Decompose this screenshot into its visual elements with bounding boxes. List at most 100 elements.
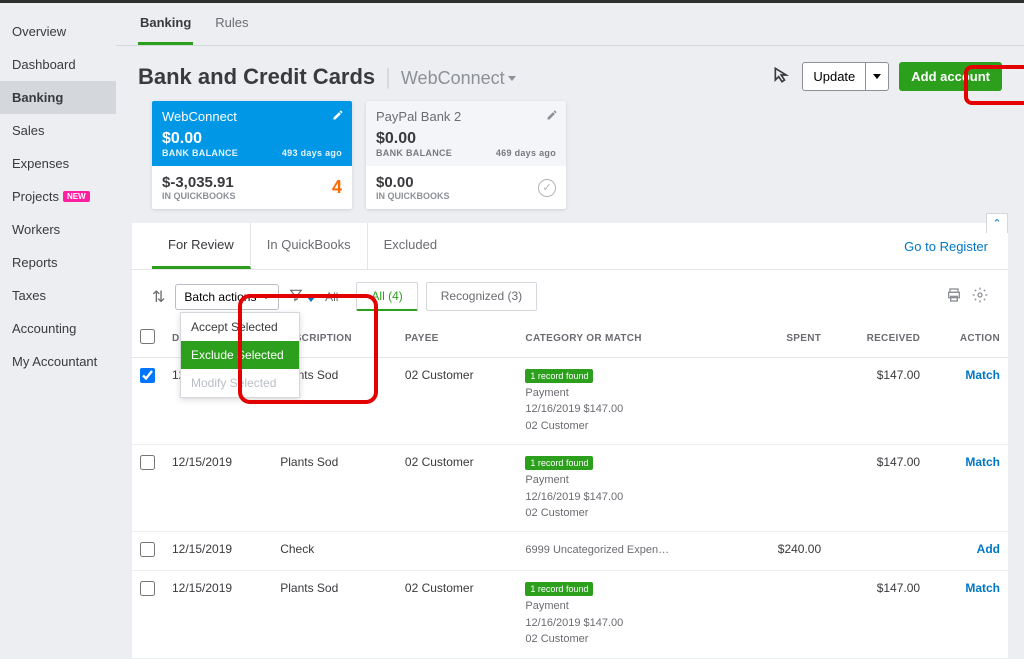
cell-payee: 02 Customer (397, 445, 518, 532)
card-age: 469 days ago (496, 148, 556, 158)
cell-category: 1 record foundPayment12/16/2019 $147.000… (517, 571, 744, 658)
category-text: 6999 Uncategorized Expen… (525, 544, 669, 556)
action-link[interactable]: Add (977, 542, 1000, 556)
batch-actions-label: Batch actions (184, 290, 256, 304)
action-link[interactable]: Match (965, 368, 1000, 382)
chevron-down-icon (508, 76, 516, 81)
account-selector[interactable]: WebConnect (401, 68, 516, 89)
cell-date: 12/15/2019 (164, 445, 272, 532)
row-checkbox[interactable] (140, 455, 155, 470)
pencil-icon[interactable] (546, 109, 558, 124)
col-action: ACTION (928, 319, 1008, 358)
card-age: 493 days ago (282, 148, 342, 158)
cell-description: Check (272, 532, 397, 571)
check-icon: ✓ (538, 179, 556, 197)
row-checkbox[interactable] (140, 368, 155, 383)
subtab-for-review[interactable]: For Review (152, 223, 251, 269)
update-caret-button[interactable] (866, 62, 889, 91)
print-icon[interactable] (946, 287, 962, 307)
main-content: Banking Rules Bank and Credit Cards | We… (116, 3, 1024, 575)
sidebar-item-my-accountant[interactable]: My Accountant (0, 345, 116, 378)
chevron-up-icon: ⌃ (992, 217, 1001, 230)
sidebar-item-projects[interactable]: Projects NEW (0, 180, 116, 213)
tab-banking[interactable]: Banking (138, 3, 193, 45)
row-checkbox[interactable] (140, 542, 155, 557)
category-text: Payment (525, 600, 568, 612)
card-quickbooks-label: IN QUICKBOOKS (162, 191, 236, 201)
cell-description: Plants Sod (272, 571, 397, 658)
update-button[interactable]: Update (802, 62, 866, 91)
cell-date: 12/15/2019 (164, 571, 272, 658)
sort-icon[interactable]: ⇅ (152, 287, 165, 307)
sidebar-item-banking[interactable]: Banking (0, 81, 116, 114)
card-balance-label: BANK BALANCE (376, 148, 452, 158)
cell-spent (745, 358, 830, 445)
dropdown-accept-selected[interactable]: Accept Selected (181, 313, 299, 341)
chevron-down-icon (262, 294, 270, 299)
action-link[interactable]: Match (965, 581, 1000, 595)
sidebar-item-taxes[interactable]: Taxes (0, 279, 116, 312)
select-all-checkbox[interactable] (140, 329, 155, 344)
table-row[interactable]: 12/15/2019Plants Sod02 Customer1 record … (132, 445, 1008, 532)
pill-recognized[interactable]: Recognized (3) (426, 282, 537, 311)
title-divider: | (385, 64, 391, 90)
pencil-icon[interactable] (332, 109, 344, 124)
account-card-webconnect[interactable]: WebConnect $0.00 BANK BALANCE 493 days a… (152, 101, 352, 209)
card-balance: $0.00 (376, 130, 556, 148)
cell-category: 1 record foundPayment12/16/2019 $147.000… (517, 358, 744, 445)
cell-category: 1 record foundPayment12/16/2019 $147.000… (517, 445, 744, 532)
batch-actions-button[interactable]: Batch actions (175, 284, 279, 310)
record-found-badge: 1 record found (525, 369, 593, 383)
dropdown-exclude-selected[interactable]: Exclude Selected (181, 341, 299, 369)
gear-icon[interactable] (972, 287, 988, 307)
card-balance-label: BANK BALANCE (162, 148, 238, 158)
account-cards: WebConnect $0.00 BANK BALANCE 493 days a… (116, 101, 1024, 223)
sidebar-item-reports[interactable]: Reports (0, 246, 116, 279)
filter-icon[interactable] (289, 288, 315, 305)
category-detail: 12/16/2019 $147.00 (525, 617, 623, 629)
category-detail: 02 Customer (525, 507, 588, 519)
category-detail: 02 Customer (525, 420, 588, 432)
cell-category: 6999 Uncategorized Expen… (517, 532, 744, 571)
category-text: Payment (525, 387, 568, 399)
card-name: WebConnect (162, 109, 342, 124)
col-spent[interactable]: SPENT (745, 319, 830, 358)
cell-received: $147.00 (829, 358, 928, 445)
card-quickbooks-amount: $-3,035.91 (162, 174, 236, 191)
dropdown-modify-selected[interactable]: Modify Selected (181, 369, 299, 397)
left-sidebar: Overview Dashboard Banking Sales Expense… (0, 3, 116, 575)
sidebar-item-workers[interactable]: Workers (0, 213, 116, 246)
record-found-badge: 1 record found (525, 582, 593, 596)
table-row[interactable]: 12/15/2019Check6999 Uncategorized Expen…… (132, 532, 1008, 571)
sidebar-item-dashboard[interactable]: Dashboard (0, 48, 116, 81)
sidebar-item-accounting[interactable]: Accounting (0, 312, 116, 345)
new-badge: NEW (63, 191, 90, 202)
cursor-icon (772, 65, 792, 88)
cell-spent (745, 571, 830, 658)
card-count: 4 (332, 177, 342, 198)
go-to-register-link[interactable]: Go to Register (904, 239, 988, 254)
cell-received: $147.00 (829, 445, 928, 532)
batch-actions-dropdown: Accept Selected Exclude Selected Modify … (180, 312, 300, 398)
page-header: Bank and Credit Cards | WebConnect Updat… (116, 46, 1024, 101)
pill-all[interactable]: All (4) (356, 282, 417, 311)
subtab-excluded[interactable]: Excluded (368, 223, 453, 269)
collapse-button[interactable]: ⌃ (986, 213, 1008, 233)
sidebar-item-sales[interactable]: Sales (0, 114, 116, 147)
cell-payee: 02 Customer (397, 571, 518, 658)
row-checkbox[interactable] (140, 581, 155, 596)
col-payee[interactable]: PAYEE (397, 319, 518, 358)
sidebar-item-overview[interactable]: Overview (0, 15, 116, 48)
col-category[interactable]: CATEGORY OR MATCH (517, 319, 744, 358)
subtab-in-quickbooks[interactable]: In QuickBooks (251, 223, 368, 269)
account-card-paypal[interactable]: PayPal Bank 2 $0.00 BANK BALANCE 469 day… (366, 101, 566, 209)
tab-rules[interactable]: Rules (213, 3, 250, 45)
col-received[interactable]: RECEIVED (829, 319, 928, 358)
sidebar-item-expenses[interactable]: Expenses (0, 147, 116, 180)
category-text: Payment (525, 474, 568, 486)
table-row[interactable]: 12/15/2019Plants Sod02 Customer 1 record … (132, 571, 1008, 658)
all-filter-link[interactable]: All (325, 290, 338, 304)
action-link[interactable]: Match (965, 455, 1000, 469)
cell-payee (397, 532, 518, 571)
add-account-button[interactable]: Add account (899, 62, 1002, 91)
